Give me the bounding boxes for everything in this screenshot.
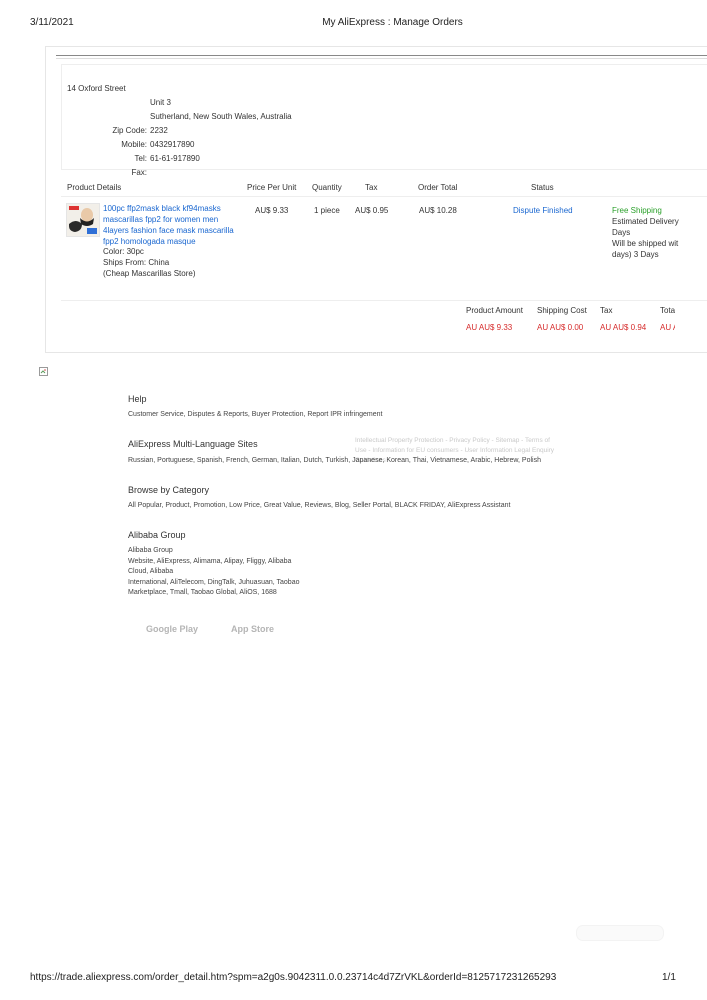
product-title-line: mascarillas fpp2 for women men <box>103 215 219 224</box>
item-order-total: AU$ 10.28 <box>419 206 457 215</box>
col-product-details: Product Details <box>67 183 122 192</box>
row-divider <box>61 300 707 301</box>
shipping-method: Free Shipping <box>612 206 662 215</box>
summary-total: AU A <box>660 323 675 332</box>
footer-browse-links[interactable]: All Popular, Product, Promotion, Low Pri… <box>128 501 510 512</box>
product-title-link[interactable]: 100pc ffp2mask black kf94masks mascarill… <box>103 203 234 247</box>
col-status: Status <box>531 183 554 192</box>
footer-help-links[interactable]: Customer Service, Disputes & Reports, Bu… <box>128 410 382 421</box>
delivery-line: Days <box>612 228 631 237</box>
footer-alibaba-heading: Alibaba Group <box>128 530 186 540</box>
product-color: Color: 30pc <box>103 247 144 256</box>
footer-alibaba-links[interactable]: Alibaba Group Website, AliExpress, Alima… <box>128 546 299 599</box>
delivery-line: days) 3 Days <box>612 250 659 259</box>
summary-total-label: Tota <box>660 306 675 315</box>
divider <box>56 58 707 59</box>
mask-product-image <box>67 204 99 236</box>
item-quantity: 1 piece <box>314 206 340 215</box>
alibaba-line: International, AliTelecom, DingTalk, Juh… <box>128 578 300 586</box>
address-line2: Unit 3 <box>150 98 171 107</box>
alibaba-line: Marketplace, Tmall, Taobao Global, AliOS… <box>128 589 277 596</box>
faded-policy-line: Use - Information for EU consumers - Use… <box>355 447 555 454</box>
address-line3: Sutherland, New South Wales, Australia <box>150 112 292 121</box>
delivery-line: Estimated Delivery <box>612 217 679 226</box>
zip-value: 2232 <box>150 126 168 135</box>
product-thumbnail[interactable] <box>66 203 100 237</box>
summary-shipping-cost: AU AU$ 0.00 <box>537 323 584 332</box>
summary-product-amount: AU AU$ 9.33 <box>466 323 513 332</box>
summary-shipping-cost-label: Shipping Cost <box>537 306 587 315</box>
print-page-number: 1/1 <box>662 972 676 983</box>
col-price-per-unit: Price Per Unit <box>247 183 297 192</box>
fax-label: Fax: <box>131 168 147 177</box>
footer-help-heading: Help <box>128 394 147 404</box>
alibaba-line: Website, AliExpress, Alimama, Alipay, Fl… <box>128 557 292 565</box>
delivery-info: Estimated Delivery Days Will be shipped … <box>612 216 704 260</box>
footer-multilanguage-heading: AliExpress Multi-Language Sites <box>128 439 258 449</box>
product-ships-from: Ships From: China <box>103 258 170 267</box>
mobile-value: 0432917890 <box>150 140 195 149</box>
product-title-line: 100pc ffp2mask black kf94masks <box>103 204 221 213</box>
col-tax: Tax <box>365 183 378 192</box>
dispute-status-link[interactable]: Dispute Finished <box>513 205 573 216</box>
store-name[interactable]: (Cheap Mascarillas Store) <box>103 268 195 279</box>
col-order-total: Order Total <box>418 183 458 192</box>
divider <box>56 55 707 56</box>
broken-image-icon <box>39 363 48 376</box>
google-play-button[interactable]: Google Play <box>146 624 198 634</box>
zip-label: Zip Code: <box>112 126 147 135</box>
mobile-label: Mobile: <box>121 140 147 149</box>
item-tax: AU$ 0.95 <box>355 206 389 215</box>
summary-tax-label: Tax <box>600 306 613 315</box>
alibaba-line: Cloud, Alibaba <box>128 568 174 575</box>
item-price: AU$ 9.33 <box>255 206 289 215</box>
print-title: My AliExpress : Manage Orders <box>322 17 463 28</box>
col-quantity: Quantity <box>312 183 342 192</box>
tel-label: Tel: <box>134 154 147 163</box>
address-street: 14 Oxford Street <box>67 84 126 93</box>
footer-browse-heading: Browse by Category <box>128 485 210 495</box>
app-store-button[interactable]: App Store <box>231 624 274 634</box>
header-divider <box>61 196 707 197</box>
tel-value: 61-61-917890 <box>150 154 200 163</box>
print-url: https://trade.aliexpress.com/order_detai… <box>30 972 557 983</box>
floating-widget[interactable] <box>576 925 664 941</box>
summary-product-amount-label: Product Amount <box>466 306 523 315</box>
alibaba-line: Alibaba Group <box>128 547 173 554</box>
delivery-line: Will be shipped wit <box>612 239 679 248</box>
summary-tax: AU AU$ 0.94 <box>600 323 647 332</box>
product-title-line: 4layers fashion face mask mascarilla <box>103 226 234 235</box>
footer-language-links[interactable]: Russian, Portuguese, Spanish, French, Ge… <box>128 456 541 467</box>
faded-policy-line: Intellectual Property Protection - Priva… <box>355 437 550 444</box>
